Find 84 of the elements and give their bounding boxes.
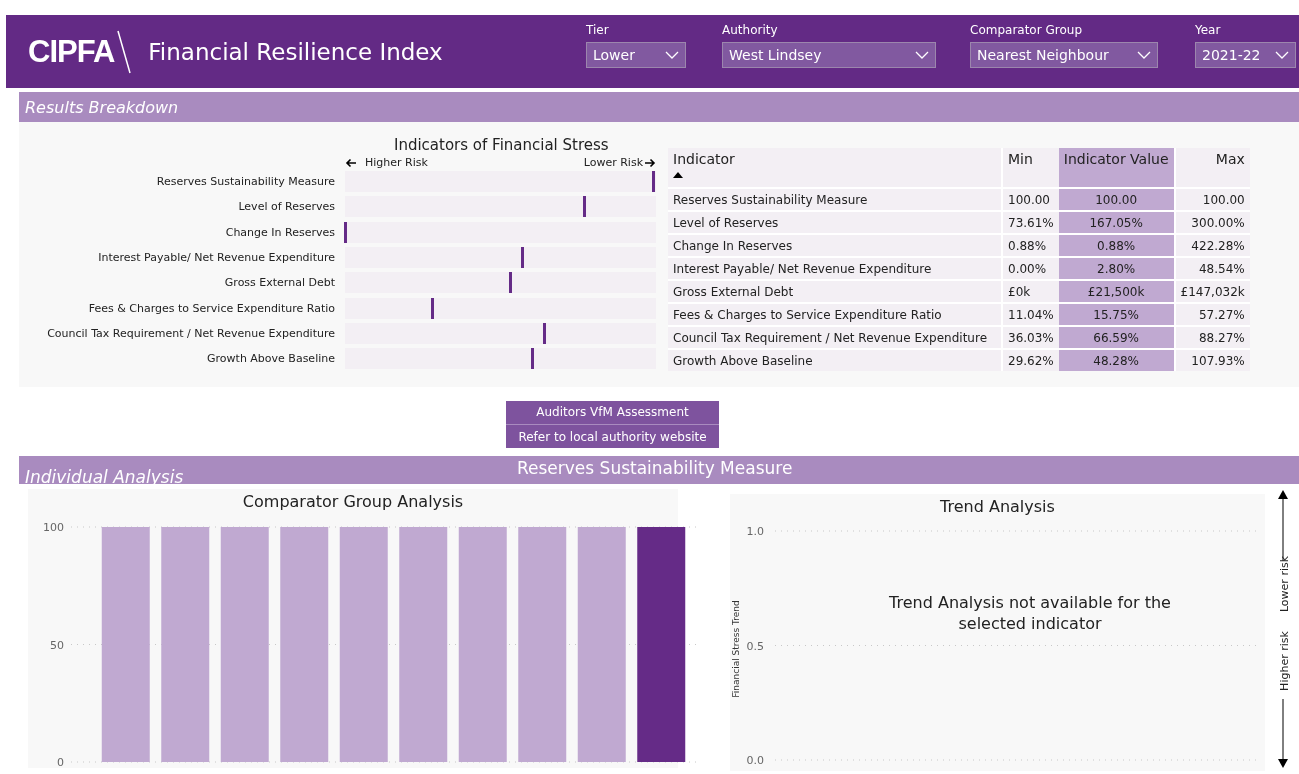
logo: CIPFA <box>28 33 115 70</box>
risk-label: Higher Risk <box>365 156 428 169</box>
dropdown[interactable]: Nearest Neighbour <box>970 42 1158 68</box>
table-cell: 100.00 <box>1174 188 1250 211</box>
table-cell: Council Tax Requirement / Net Revenue Expenditure <box>668 326 1002 349</box>
table-cell: Reserves Sustainability Measure <box>668 188 1002 211</box>
table-cell: 422.28% <box>1174 234 1250 257</box>
axis-title: Financial Stress Trend <box>731 600 741 698</box>
chevron-down-icon <box>1275 51 1289 59</box>
axis-tick-label: 0.0 <box>746 754 764 767</box>
indicator-label: Reserves Sustainability Measure <box>155 175 336 189</box>
dropdown[interactable]: 2021-22 <box>1195 42 1296 68</box>
indicator-label: Council Tax Requirement / Net Revenue Expenditure <box>46 326 336 340</box>
filter-label: Comparator Group <box>970 23 1083 37</box>
right-arrow-icon <box>644 157 656 168</box>
chart-title: Trend Analysis <box>939 497 1056 516</box>
filter-label: Year <box>1195 23 1222 37</box>
table-cell: 48.28% <box>1058 349 1175 371</box>
app-title: Financial Resilience Index <box>148 38 443 65</box>
table-cell: £147,032k <box>1174 280 1250 303</box>
dropdown[interactable]: Lower <box>586 42 686 68</box>
indicator-label: Fees & Charges to Service Expenditure Ratio <box>87 301 336 315</box>
axis-tick-label: 50 <box>50 638 64 652</box>
axis-tick-label: 100 <box>43 521 64 534</box>
axis-tick-label: 0 <box>57 756 64 768</box>
table-cell: 48.54% <box>1174 257 1250 280</box>
vfm-title: Auditors VfM Assessment <box>506 401 719 425</box>
column-header[interactable]: Indicator Value <box>1058 148 1175 188</box>
section-title: Results Breakdown <box>25 97 179 117</box>
table-cell: 107.93% <box>1174 349 1250 371</box>
table-cell: 300.00% <box>1174 211 1250 234</box>
table-cell: 0.00% <box>1002 257 1059 280</box>
table-cell: £21,500k <box>1058 280 1175 303</box>
indicator-label: Level of Reserves <box>237 200 336 214</box>
table-cell: 167.05% <box>1058 211 1175 234</box>
table-cell: 15.75% <box>1058 303 1175 326</box>
column-header[interactable]: Min <box>1002 148 1059 188</box>
down-arrow <box>1278 698 1288 768</box>
indicator-label: Gross External Debt <box>223 276 336 290</box>
axis-tick-label: 1.0 <box>746 525 764 538</box>
table-cell: 100.00 <box>1002 188 1059 211</box>
chart-title: Indicators of Financial Stress <box>394 136 610 154</box>
chevron-down-icon <box>915 51 929 59</box>
section-title: Individual Analysis <box>25 467 184 487</box>
table-cell: 36.03% <box>1002 326 1059 349</box>
indicator-title: Reserves Sustainability Measure <box>517 458 793 478</box>
filter-label: Tier <box>586 23 610 37</box>
bar[interactable] <box>637 527 686 762</box>
risk-label: Lower Risk <box>583 156 643 169</box>
table-cell: Growth Above Baseline <box>668 349 1002 371</box>
table-cell: 11.04% <box>1002 303 1059 326</box>
table-cell: 66.59% <box>1058 326 1175 349</box>
risk-label: Lower risk <box>1278 555 1291 613</box>
table-cell: Change In Reserves <box>668 234 1002 257</box>
table-cell: 57.27% <box>1174 303 1250 326</box>
table-cell: 88.27% <box>1174 326 1250 349</box>
table-cell: Gross External Debt <box>668 280 1002 303</box>
filter-label: Authority <box>722 23 779 37</box>
table-cell: 0.88% <box>1002 234 1059 257</box>
indicator-label: Growth Above Baseline <box>206 352 336 366</box>
table-cell: Level of Reserves <box>668 211 1002 234</box>
vfm-value: Refer to local authority website <box>517 429 708 446</box>
risk-label: Higher risk <box>1278 631 1291 691</box>
indicator-label: Interest Payable/ Net Revenue Expenditure <box>97 251 336 265</box>
column-header[interactable]: Max <box>1174 148 1250 188</box>
table-cell: 29.62% <box>1002 349 1059 371</box>
chart-title: Comparator Group Analysis <box>241 492 465 511</box>
empty-chart-message: Trend Analysis not available for the selected indicator <box>888 592 1172 634</box>
left-arrow-icon <box>345 157 357 168</box>
table-cell: 0.88% <box>1058 234 1175 257</box>
slash-icon <box>116 28 133 75</box>
sort-ascending-icon <box>673 172 683 178</box>
dropdown[interactable]: West Lindsey <box>722 42 936 68</box>
axis-tick-label: 0.5 <box>746 639 764 653</box>
chevron-down-icon <box>1137 51 1151 59</box>
column-header[interactable]: Indicator <box>668 148 1002 188</box>
chevron-down-icon <box>665 51 679 59</box>
table-cell: Interest Payable/ Net Revenue Expenditure <box>668 257 1002 280</box>
table-cell: 2.80% <box>1058 257 1175 280</box>
table-cell: £0k <box>1002 280 1059 303</box>
table-cell: 73.61% <box>1002 211 1059 234</box>
table-cell: Fees & Charges to Service Expenditure Ratio <box>668 303 1002 326</box>
indicator-label: Change In Reserves <box>224 225 336 239</box>
table-cell: 100.00 <box>1058 188 1175 211</box>
